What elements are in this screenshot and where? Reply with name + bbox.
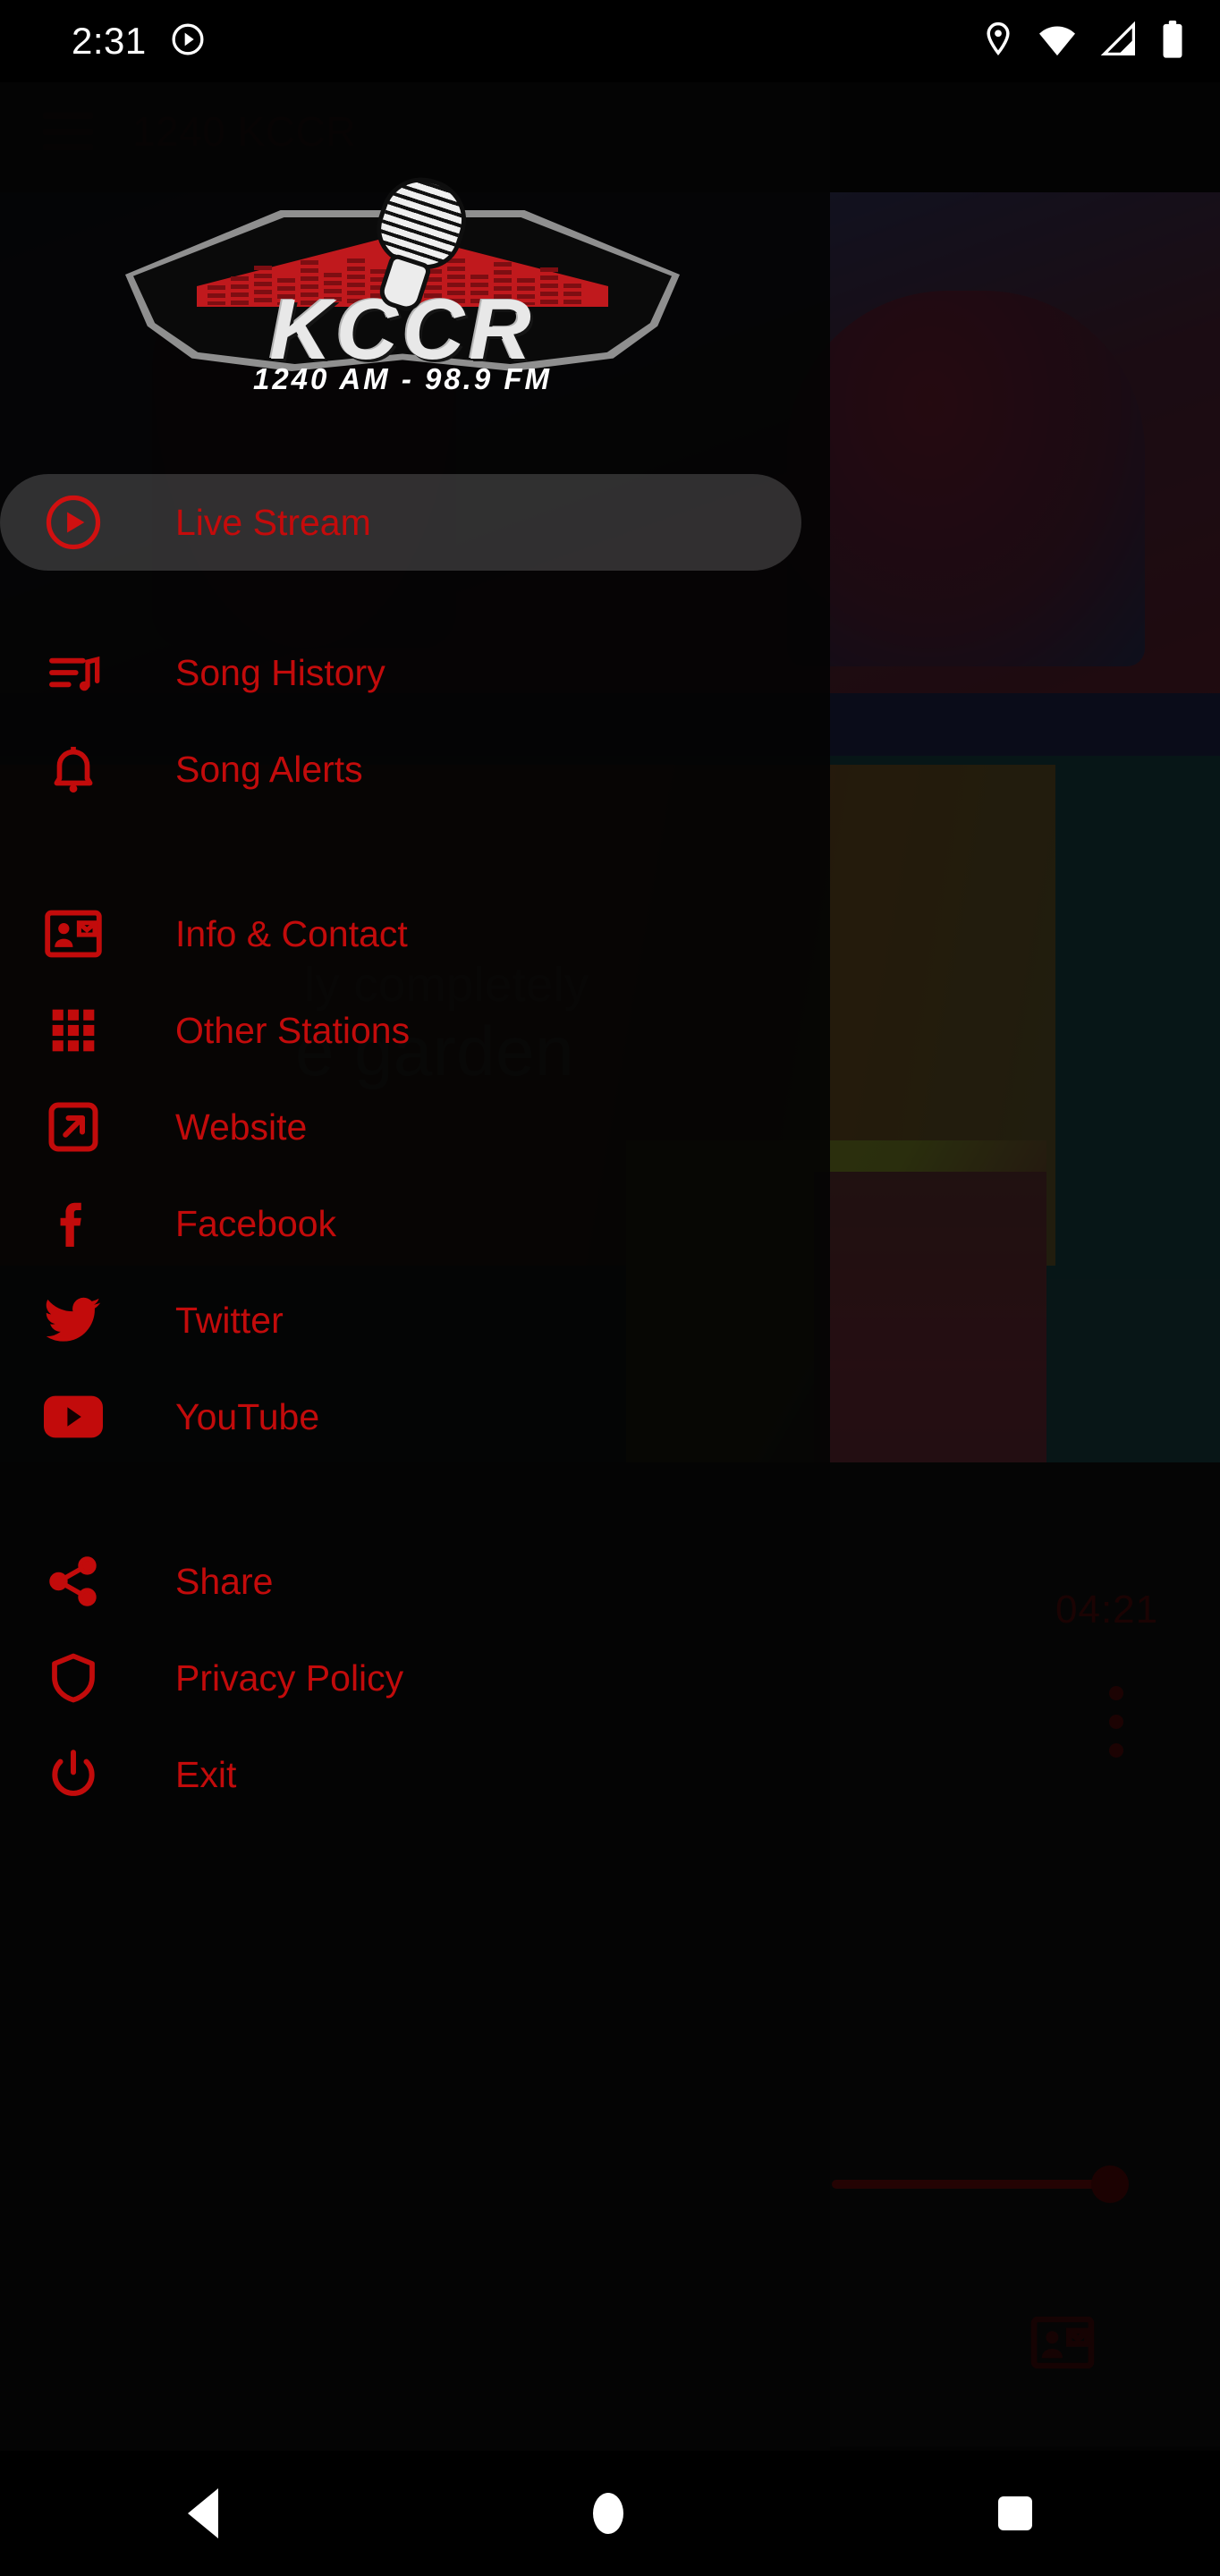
- menu-label: Exit: [175, 1753, 237, 1795]
- menu-item-privacy-policy[interactable]: Privacy Policy: [0, 1630, 830, 1726]
- menu-label: Song History: [175, 651, 385, 693]
- menu-label: Share: [175, 1560, 274, 1602]
- menu-label: Live Stream: [175, 501, 371, 543]
- status-bar-left: 2:31: [72, 20, 206, 63]
- cellular-signal-icon: [1100, 21, 1138, 62]
- menu-item-twitter[interactable]: Twitter: [0, 1272, 830, 1368]
- contact-card-icon: [39, 900, 107, 968]
- wifi-icon: [1038, 21, 1077, 62]
- menu-item-exit[interactable]: Exit: [0, 1726, 830, 1823]
- home-circle-icon[interactable]: [592, 2493, 623, 2534]
- menu-label: Website: [175, 1106, 308, 1148]
- navigation-drawer: KCCR 1240 AM - 98.9 FM Live Stream Song …: [0, 0, 830, 2451]
- play-circle-icon: [170, 21, 206, 62]
- phone-screen: 1240 KCCR ly completely e garden 04:21: [0, 0, 1220, 2576]
- menu-label: Privacy Policy: [175, 1657, 404, 1699]
- status-bar: 2:31: [0, 0, 1220, 82]
- menu-item-facebook[interactable]: Facebook: [0, 1175, 830, 1272]
- kccr-logo: KCCR 1240 AM - 98.9 FM: [125, 166, 680, 395]
- location-pin-icon: [982, 21, 1014, 62]
- facebook-icon: [39, 1190, 107, 1258]
- battery-icon: [1161, 20, 1184, 63]
- power-icon: [39, 1741, 107, 1809]
- menu-label: YouTube: [175, 1395, 320, 1437]
- android-nav-bar: [0, 2451, 1220, 2576]
- recents-square-icon[interactable]: [998, 2496, 1033, 2530]
- menu-label: Facebook: [175, 1202, 337, 1244]
- status-bar-right: [982, 20, 1184, 63]
- youtube-icon: [39, 1383, 107, 1451]
- menu-item-info-contact[interactable]: Info & Contact: [0, 886, 830, 982]
- menu-item-share[interactable]: Share: [0, 1533, 830, 1630]
- menu-item-youtube[interactable]: YouTube: [0, 1368, 830, 1465]
- menu-label: Other Stations: [175, 1009, 411, 1051]
- menu-gap: [0, 818, 830, 886]
- menu-item-song-alerts[interactable]: Song Alerts: [0, 721, 830, 818]
- menu-item-website[interactable]: Website: [0, 1079, 830, 1175]
- external-link-icon: [39, 1093, 107, 1161]
- shield-icon: [39, 1644, 107, 1712]
- bell-icon: [39, 735, 107, 803]
- menu-gap: [0, 1465, 830, 1533]
- share-nodes-icon: [39, 1547, 107, 1615]
- menu-item-other-stations[interactable]: Other Stations: [0, 982, 830, 1079]
- playlist-music-icon: [39, 639, 107, 707]
- menu-gap: [0, 571, 830, 624]
- status-clock: 2:31: [72, 20, 147, 62]
- menu-label: Info & Contact: [175, 912, 408, 954]
- grid-apps-icon: [39, 996, 107, 1064]
- menu-label: Twitter: [175, 1299, 284, 1341]
- menu-item-song-history[interactable]: Song History: [0, 624, 830, 721]
- back-triangle-icon[interactable]: [187, 2488, 218, 2538]
- menu-item-live-stream[interactable]: Live Stream: [0, 474, 801, 571]
- twitter-icon: [39, 1286, 107, 1354]
- drawer-menu: Live Stream Song History Song Alerts Inf…: [0, 474, 830, 1823]
- play-circle-icon: [39, 488, 107, 556]
- menu-label: Song Alerts: [175, 748, 363, 790]
- logo-frequency: 1240 AM - 98.9 FM: [252, 362, 553, 395]
